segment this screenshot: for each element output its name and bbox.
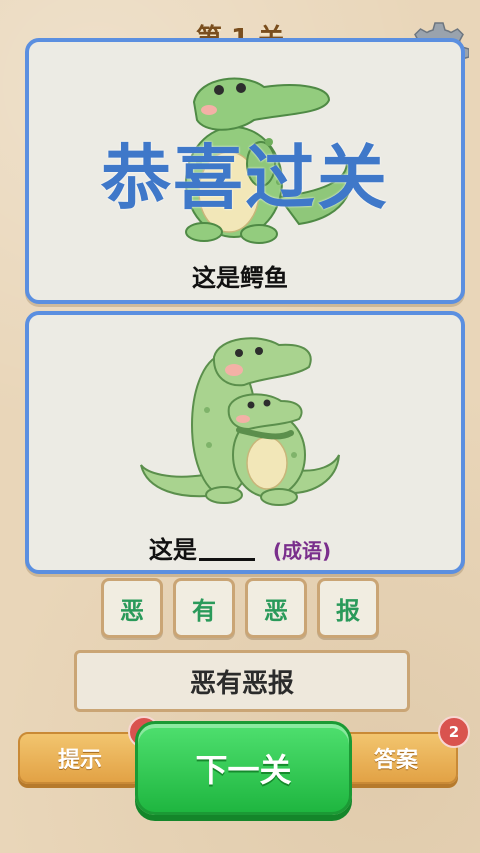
bottom-caption: 这是 (成语) <box>0 530 480 565</box>
congrats-overlay: 恭喜过关 <box>101 137 389 219</box>
hint-label: 提示 <box>58 748 103 773</box>
answer-display: 恶有恶报 <box>74 650 410 712</box>
caption-prefix: 这是 <box>148 536 197 564</box>
char-tile[interactable]: 有 <box>173 578 235 638</box>
char-tile[interactable]: 恶 <box>101 578 163 638</box>
character-tiles: 恶 有 恶 报 <box>0 578 480 638</box>
char-tile[interactable]: 报 <box>317 578 379 638</box>
answer-count-badge: 2 <box>438 716 470 748</box>
top-caption: 这是鳄鱼 <box>192 264 288 292</box>
answer-blank <box>198 538 255 561</box>
next-level-button[interactable]: 下一关 <box>135 721 352 815</box>
char-tile[interactable]: 恶 <box>245 578 307 638</box>
idiom-tag: (成语) <box>272 539 332 563</box>
hint-button[interactable]: 提示 <box>18 732 142 784</box>
answer-label: 答案 <box>373 748 418 773</box>
